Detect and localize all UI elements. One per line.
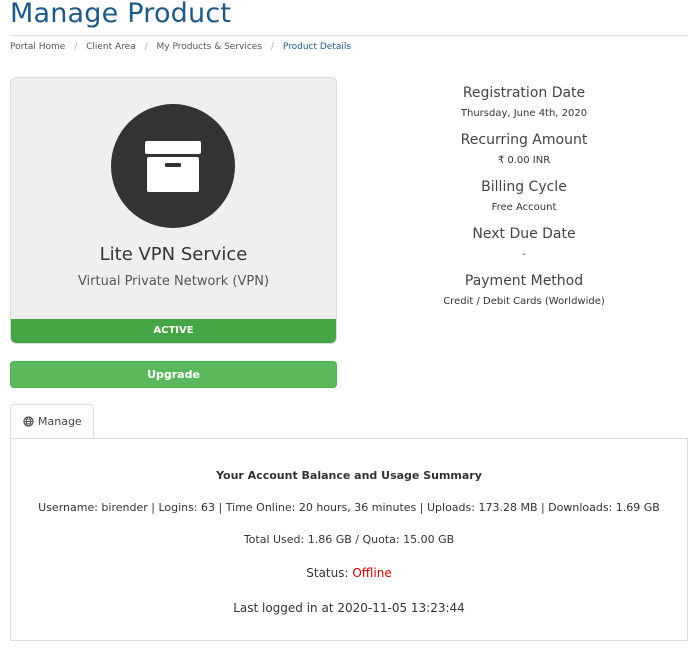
usage-details: Username: birender | Logins: 63 | Time O… bbox=[38, 501, 660, 514]
product-icon-circle bbox=[111, 104, 235, 228]
status-badge: ACTIVE bbox=[11, 319, 336, 343]
next-due-date-label: Next Due Date bbox=[472, 226, 576, 242]
product-group: Virtual Private Network (VPN) bbox=[77, 274, 270, 289]
usage-summary-title: Your Account Balance and Usage Summary bbox=[216, 469, 482, 482]
connection-status: Status: Offline bbox=[11, 566, 687, 580]
billing-cycle-value: Free Account bbox=[491, 202, 557, 213]
product-name: Lite VPN Service bbox=[99, 244, 248, 265]
next-due-date-value: - bbox=[522, 249, 526, 260]
breadcrumb-client-area[interactable]: Client Area bbox=[86, 42, 136, 52]
recurring-amount-label: Recurring Amount bbox=[460, 132, 588, 148]
manage-product-page: Manage Product Portal Home / Client Area… bbox=[0, 0, 696, 648]
globe-icon bbox=[23, 416, 34, 427]
breadcrumb-separator: / bbox=[144, 42, 148, 52]
registration-date-label: Registration Date bbox=[462, 85, 586, 101]
page-title: Manage Product bbox=[10, 0, 232, 29]
manage-tab-panel: Your Account Balance and Usage Summary U… bbox=[10, 438, 688, 641]
last-login-info: Last logged in at 2020-11-05 13:23:44 bbox=[233, 601, 465, 615]
connection-status-label: Status: bbox=[306, 566, 353, 580]
breadcrumb-my-products[interactable]: My Products & Services bbox=[157, 42, 263, 52]
payment-method-label: Payment Method bbox=[464, 273, 584, 289]
registration-date-value: Thursday, June 4th, 2020 bbox=[460, 108, 588, 119]
breadcrumb: Portal Home / Client Area / My Products … bbox=[10, 42, 351, 52]
payment-method-value: Credit / Debit Cards (Worldwide) bbox=[443, 296, 605, 307]
tab-manage-label: Manage bbox=[38, 415, 82, 428]
breadcrumb-separator: / bbox=[74, 42, 78, 52]
breadcrumb-product-details: Product Details bbox=[282, 42, 352, 52]
recurring-amount-value: ₹ 0.00 INR bbox=[497, 155, 551, 166]
product-details-list: Registration Date Thursday, June 4th, 20… bbox=[362, 84, 686, 319]
breadcrumb-separator: / bbox=[270, 42, 274, 52]
product-card: Lite VPN Service Virtual Private Network… bbox=[10, 77, 337, 344]
tab-manage[interactable]: Manage bbox=[10, 404, 94, 439]
connection-status-value: Offline bbox=[352, 566, 392, 580]
billing-cycle-label: Billing Cycle bbox=[481, 179, 567, 195]
breadcrumb-portal-home[interactable]: Portal Home bbox=[10, 42, 65, 52]
archive-box-icon bbox=[145, 141, 201, 192]
title-divider bbox=[10, 35, 688, 36]
upgrade-button[interactable]: Upgrade bbox=[10, 361, 337, 388]
quota-details: Total Used: 1.86 GB / Quota: 15.00 GB bbox=[243, 533, 455, 546]
